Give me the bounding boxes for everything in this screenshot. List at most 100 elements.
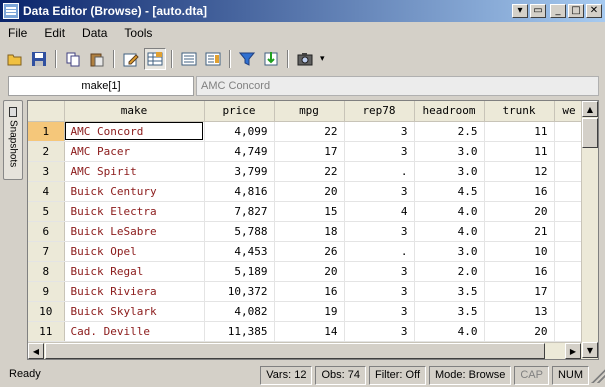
row-number[interactable]: 1 [28,121,65,142]
menu-data[interactable]: Data [82,26,107,40]
cell-trunk[interactable]: 10 [484,241,555,262]
cell-make[interactable]: Buick Electra [64,201,205,222]
restore-window-button[interactable]: ▭ [530,4,546,18]
cell-trunk[interactable]: 16 [484,261,555,282]
scroll-up-button[interactable]: ▲ [582,101,598,117]
menu-file[interactable]: File [8,26,27,40]
cell-trunk[interactable]: 20 [484,201,555,222]
cell-headroom[interactable]: 2.0 [414,261,485,282]
cell-make[interactable]: AMC Spirit [64,161,205,182]
cell-trunk[interactable]: 11 [484,141,555,162]
cell-headroom[interactable]: 3.5 [414,301,485,322]
toolbar-overflow-icon[interactable]: ▾ [320,54,325,64]
column-header-weight[interactable]: we [554,101,585,122]
cell-make[interactable]: AMC Pacer [64,141,205,162]
edit-mode-button[interactable] [120,48,142,70]
scroll-left-button[interactable]: ◀ [28,343,44,359]
cell-weight[interactable] [554,141,585,162]
cell-rep78[interactable]: 3 [344,261,415,282]
cell-price[interactable]: 4,082 [204,301,275,322]
menu-tools[interactable]: Tools [124,26,152,40]
cell-weight[interactable] [554,321,585,342]
cell-trunk[interactable]: 13 [484,301,555,322]
cell-headroom[interactable]: 2.5 [414,121,485,142]
cell-weight[interactable] [554,201,585,222]
cell-make[interactable]: Cad. Deville [64,321,205,342]
cell-rep78[interactable]: 3 [344,181,415,202]
variables-button[interactable] [178,48,200,70]
cell-mpg[interactable]: 20 [274,261,345,282]
cell-weight[interactable] [554,281,585,302]
cell-rep78[interactable]: 3 [344,301,415,322]
resize-grip-icon[interactable] [591,368,605,383]
paste-button[interactable] [86,48,108,70]
row-number[interactable]: 10 [28,301,65,322]
cell-value-field[interactable]: AMC Concord [196,76,599,96]
column-header-make[interactable]: make [64,101,205,122]
save-button[interactable] [28,48,50,70]
cell-make[interactable]: Buick Century [64,181,205,202]
cell-price[interactable]: 7,827 [204,201,275,222]
cell-headroom[interactable]: 3.0 [414,141,485,162]
cell-make[interactable]: Buick LeSabre [64,221,205,242]
scroll-right-button[interactable]: ▶ [565,343,581,359]
cell-headroom[interactable]: 4.0 [414,201,485,222]
row-number[interactable]: 11 [28,321,65,342]
maximize-button[interactable]: □ [568,4,584,18]
row-number[interactable]: 3 [28,161,65,182]
table-row[interactable]: 11 Cad. Deville 11,385 14 3 4.0 20 [28,321,585,342]
cell-mpg[interactable]: 22 [274,161,345,182]
column-header-price[interactable]: price [204,101,275,122]
cell-rep78[interactable]: 3 [344,141,415,162]
table-row[interactable]: 7 Buick Opel 4,453 26. 3.0 10 [28,241,585,262]
table-row[interactable]: 1 AMC Concord 4,099 22 3 2.5 11 [28,121,585,142]
copy-button[interactable] [62,48,84,70]
cell-price[interactable]: 3,799 [204,161,275,182]
scroll-down-button[interactable]: ▼ [582,342,598,358]
column-header-headroom[interactable]: headroom [414,101,485,122]
row-number[interactable]: 9 [28,281,65,302]
row-number[interactable]: 2 [28,141,65,162]
cell-price[interactable]: 10,372 [204,281,275,302]
cell-headroom[interactable]: 4.5 [414,181,485,202]
cell-weight[interactable] [554,301,585,322]
table-row[interactable]: 4 Buick Century 4,816 20 3 4.5 16 [28,181,585,202]
cell-headroom[interactable]: 3.0 [414,241,485,262]
cell-mpg[interactable]: 14 [274,321,345,342]
cell-rep78[interactable]: . [344,161,415,182]
close-button[interactable]: ✕ [586,4,602,18]
cell-trunk[interactable]: 12 [484,161,555,182]
cell-rep78[interactable]: 4 [344,201,415,222]
cell-trunk[interactable]: 20 [484,321,555,342]
cell-rep78[interactable]: 3 [344,121,415,142]
corner-header[interactable] [28,101,65,122]
cell-price[interactable]: 5,189 [204,261,275,282]
snapshots-tab[interactable]: Snapshots [3,100,23,180]
cell-rep78[interactable]: 3 [344,221,415,242]
cell-mpg[interactable]: 20 [274,181,345,202]
open-button[interactable] [4,48,26,70]
cell-price[interactable]: 4,453 [204,241,275,262]
row-number[interactable]: 6 [28,221,65,242]
properties-button[interactable] [202,48,224,70]
cell-price[interactable]: 4,749 [204,141,275,162]
cell-price[interactable]: 5,788 [204,221,275,242]
cell-trunk[interactable]: 11 [484,121,555,142]
cell-trunk[interactable]: 16 [484,181,555,202]
minimize-button[interactable]: _ [550,4,566,18]
cell-rep78[interactable]: 3 [344,281,415,302]
cell-trunk[interactable]: 21 [484,221,555,242]
snapshot-button[interactable] [294,48,316,70]
cell-weight[interactable] [554,121,585,142]
table-row[interactable]: 3 AMC Spirit 3,799 22. 3.0 12 [28,161,585,182]
column-header-trunk[interactable]: trunk [484,101,555,122]
cell-mpg[interactable]: 19 [274,301,345,322]
cell-rep78[interactable]: . [344,241,415,262]
cell-mpg[interactable]: 15 [274,201,345,222]
filter-button[interactable] [236,48,258,70]
table-row[interactable]: 2 AMC Pacer 4,749 17 3 3.0 11 [28,141,585,162]
cell-mpg[interactable]: 17 [274,141,345,162]
sort-button[interactable] [260,48,282,70]
cell-headroom[interactable]: 4.0 [414,221,485,242]
column-header-mpg[interactable]: mpg [274,101,345,122]
